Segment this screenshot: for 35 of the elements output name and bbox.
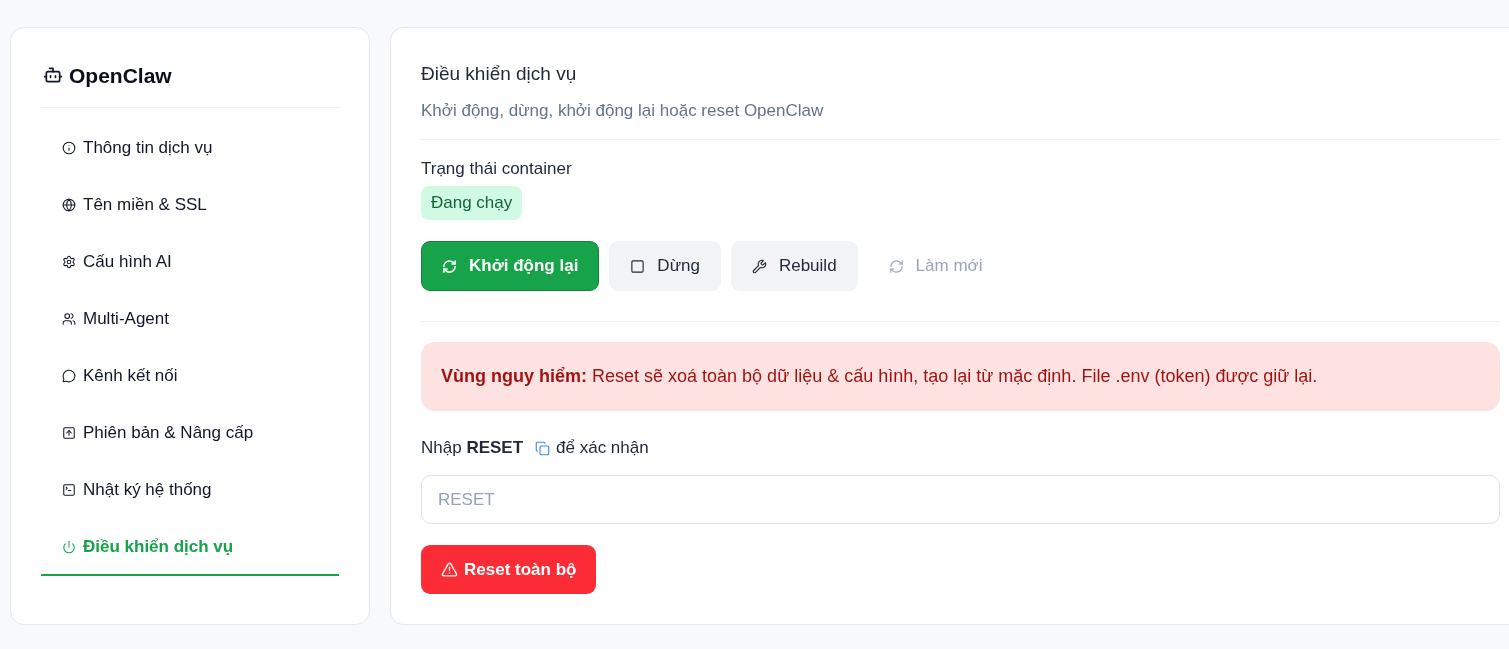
nav-item[interactable]: Tên miền & SSL — [41, 177, 339, 234]
chat-bubble-icon — [62, 368, 76, 383]
nav-item[interactable]: Multi-Agent — [41, 291, 339, 348]
info-icon — [62, 140, 76, 155]
refresh-icon — [442, 258, 457, 274]
action-button[interactable]: Dừng — [609, 241, 721, 291]
status-label: Trạng thái container — [421, 158, 572, 180]
robot-icon — [43, 65, 63, 85]
refresh-icon — [888, 258, 904, 274]
confirm-input-field[interactable]: RESET — [421, 475, 1500, 524]
danger-alert: Vùng nguy hiểm: Reset sẽ xoá toàn bộ dữ liệu & cấu hình, tạo lại từ mặc định. File .env (token) được giữ lại. — [421, 342, 1500, 411]
upload-icon — [62, 425, 76, 440]
section-subtitle: Khởi động, dừng, khởi động lại hoặc reset OpenClaw — [421, 100, 825, 122]
copy-icon — [535, 440, 551, 456]
power-icon — [62, 539, 76, 554]
nav-item[interactable]: Cấu hình AI — [41, 234, 339, 291]
stop-icon — [630, 258, 646, 274]
nav-item[interactable]: Thông tin dịch vụ — [41, 120, 339, 177]
reset-button[interactable]: Reset toàn bộ — [421, 545, 597, 594]
terminal-icon — [62, 482, 76, 497]
wrench-icon — [751, 258, 767, 274]
action-button[interactable]: Rebuild — [730, 241, 858, 291]
globe-icon — [62, 197, 76, 212]
warning-icon — [441, 561, 458, 578]
nav-item[interactable]: Nhật ký hệ thống — [41, 462, 339, 519]
copy-button[interactable] — [535, 440, 551, 456]
settings-icon — [62, 254, 76, 269]
confirm-label: Nhập RESET — [421, 437, 524, 459]
section-title: Điều khiển dịch vụ — [421, 62, 578, 86]
brand-name: OpenClaw — [69, 63, 172, 89]
people-icon — [62, 311, 76, 326]
nav-item[interactable]: Kênh kết nối — [41, 348, 339, 405]
nav-item[interactable]: Phiên bản & Nâng cấp — [41, 405, 339, 462]
confirm-label: để xác nhận — [556, 437, 649, 459]
status-badge: Đang chạy — [421, 186, 523, 220]
